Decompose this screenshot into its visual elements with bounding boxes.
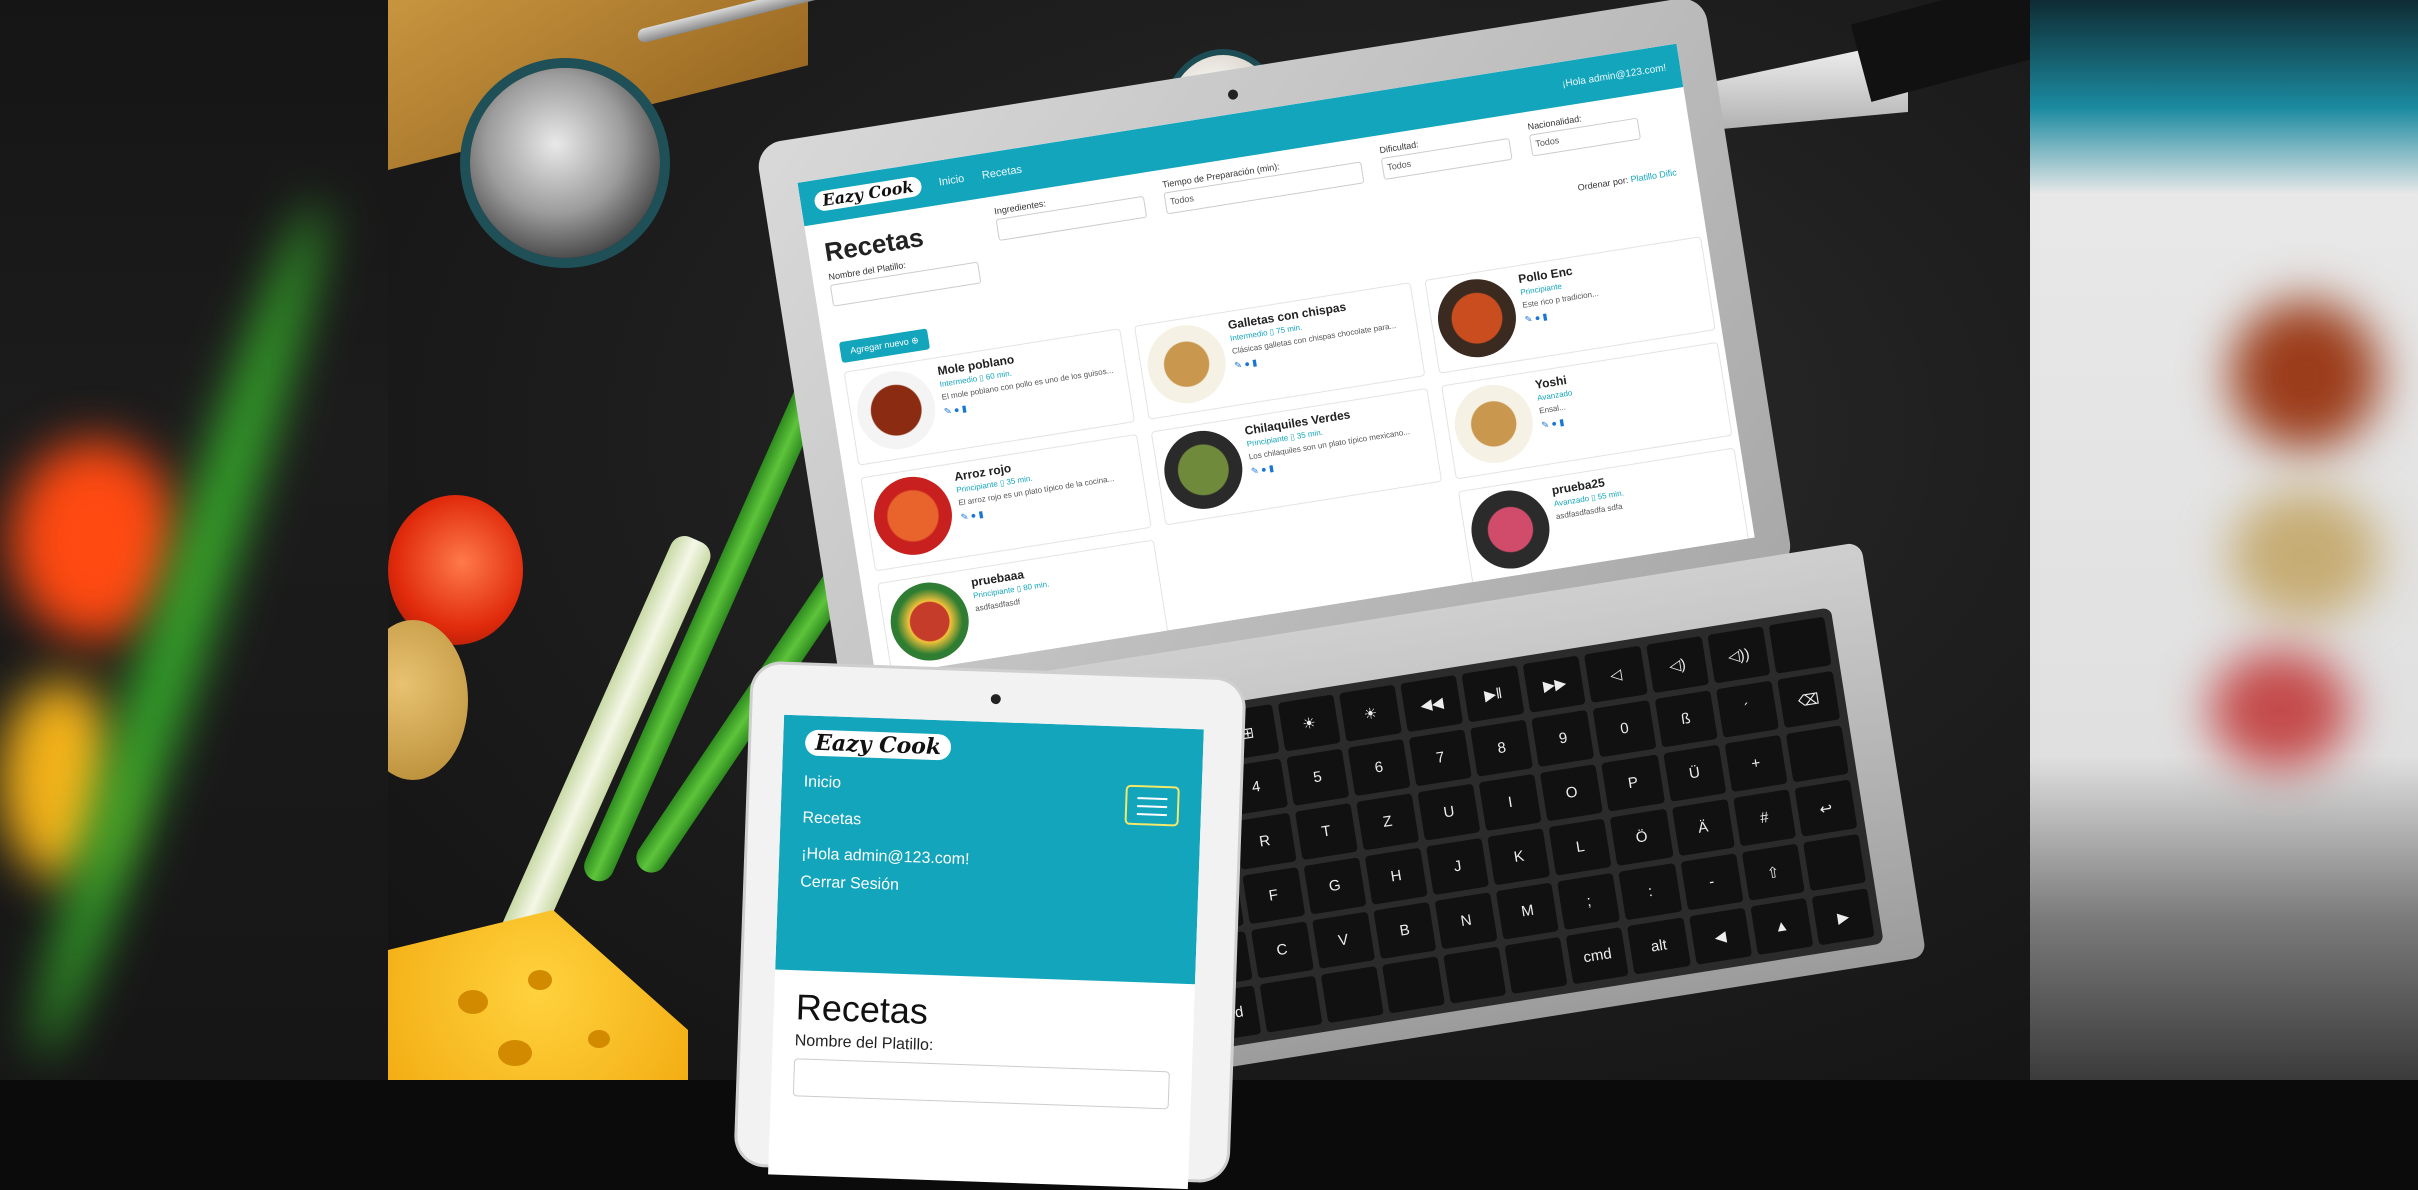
keyboard-key[interactable] bbox=[1381, 956, 1445, 1014]
keyboard-key[interactable]: P bbox=[1601, 754, 1665, 812]
keyboard-key[interactable]: H bbox=[1364, 847, 1428, 905]
tablet-nav-logout[interactable]: Cerrar Sesión bbox=[800, 873, 1176, 904]
keyboard-key[interactable]: Ä bbox=[1671, 799, 1735, 857]
keyboard-key[interactable]: 8 bbox=[1470, 719, 1534, 777]
keyboard-key[interactable]: V bbox=[1311, 911, 1375, 969]
cheese-wedge bbox=[388, 910, 688, 1080]
keyboard-key[interactable]: ⇧ bbox=[1741, 843, 1805, 901]
keyboard-key[interactable]: R bbox=[1233, 812, 1297, 870]
nav-inicio[interactable]: Inicio bbox=[938, 173, 965, 189]
keyboard-key[interactable]: 6 bbox=[1347, 738, 1411, 797]
keyboard-key[interactable]: G bbox=[1303, 857, 1367, 915]
keyboard-key[interactable]: O bbox=[1540, 764, 1604, 822]
blurred-dish-3 bbox=[2210, 650, 2350, 770]
keyboard-key[interactable]: ◀ bbox=[1688, 907, 1752, 965]
nav-greeting: ¡Hola admin@123.com! bbox=[1561, 62, 1667, 90]
hamburger-menu-icon[interactable] bbox=[1124, 784, 1180, 827]
keyboard-key[interactable]: 5 bbox=[1286, 748, 1350, 806]
recipe-thumbnail bbox=[1465, 484, 1556, 575]
tablet-nav-inicio[interactable]: Inicio bbox=[803, 773, 1179, 804]
keyboard-key[interactable]: ▲ bbox=[1750, 897, 1814, 956]
knife-handle bbox=[1850, 0, 2030, 102]
keyboard-key[interactable]: 7 bbox=[1408, 729, 1472, 787]
recipe-thumbnail bbox=[1158, 425, 1248, 515]
recipe-desc: Ensal... bbox=[1538, 402, 1567, 416]
tablet-nav-recetas[interactable]: Recetas bbox=[802, 809, 1178, 840]
recipe-thumbnail bbox=[1449, 379, 1539, 469]
keyboard-key[interactable]: L bbox=[1548, 818, 1612, 876]
keyboard-key[interactable]: Z bbox=[1356, 793, 1420, 851]
keyboard-key[interactable]: M bbox=[1496, 882, 1560, 940]
keyboard-key[interactable] bbox=[1443, 946, 1507, 1004]
tablet-navbar: Eazy Cook Inicio Recetas ¡Hola admin@123… bbox=[775, 714, 1204, 985]
keyboard-key[interactable] bbox=[1768, 616, 1832, 674]
eazy-cook-logo[interactable]: Eazy Cook bbox=[813, 175, 923, 213]
keyboard-key[interactable]: B bbox=[1373, 901, 1437, 960]
keyboard-key[interactable]: ⌫ bbox=[1777, 670, 1841, 729]
keyboard-key[interactable]: ◁)) bbox=[1707, 626, 1771, 684]
recipe-thumbnail bbox=[885, 576, 975, 667]
tablet-logo[interactable]: Eazy Cook bbox=[804, 729, 952, 761]
edit-view-delete-icons[interactable]: ✎ ● ▮ bbox=[1541, 415, 1578, 431]
keyboard-key[interactable]: 0 bbox=[1592, 700, 1657, 758]
add-recipe-label: Agregar nuevo bbox=[849, 336, 910, 356]
tablet-screen: Eazy Cook Inicio Recetas ¡Hola admin@123… bbox=[768, 714, 1204, 1190]
blurred-dish-2 bbox=[2230, 490, 2380, 620]
keyboard-key[interactable]: ◀◀ bbox=[1400, 674, 1464, 733]
plus-circle-icon: ⊕ bbox=[910, 334, 920, 346]
keyboard-key[interactable]: ↩ bbox=[1794, 779, 1858, 837]
keyboard-key[interactable]: ▶‖ bbox=[1461, 665, 1525, 723]
tablet-nav-greeting: ¡Hola admin@123.com! bbox=[800, 845, 970, 869]
keyboard-key[interactable] bbox=[1802, 833, 1866, 892]
keyboard-key[interactable]: ☀ bbox=[1277, 694, 1341, 752]
keyboard-key[interactable]: 9 bbox=[1531, 709, 1595, 767]
recipe-thumbnail bbox=[1432, 273, 1522, 363]
webcam-icon bbox=[1227, 88, 1239, 101]
keyboard-key[interactable]: N bbox=[1434, 892, 1498, 950]
keyboard-key[interactable] bbox=[1785, 725, 1849, 783]
keyboard-key[interactable]: ◁) bbox=[1645, 636, 1709, 694]
keyboard-key[interactable]: F bbox=[1241, 867, 1305, 925]
keyboard-key[interactable]: ´ bbox=[1715, 680, 1779, 738]
recipe-thumbnail bbox=[868, 471, 958, 561]
keyboard-key[interactable] bbox=[1259, 975, 1323, 1033]
keyboard-key[interactable]: U bbox=[1417, 783, 1481, 841]
keyboard-key[interactable]: J bbox=[1426, 837, 1490, 896]
tablet: Eazy Cook Inicio Recetas ¡Hola admin@123… bbox=[736, 663, 1244, 1190]
right-blurred-panel bbox=[2030, 0, 2418, 1080]
keyboard-key[interactable]: ; bbox=[1557, 872, 1621, 930]
keyboard-key[interactable]: ▶▶ bbox=[1522, 655, 1587, 713]
keyboard-key[interactable]: cmd bbox=[1565, 927, 1630, 985]
keyboard-key[interactable] bbox=[1320, 965, 1384, 1024]
keyboard-key[interactable]: Ö bbox=[1610, 808, 1674, 866]
keyboard-key[interactable]: ◁ bbox=[1584, 645, 1648, 703]
keyboard-key[interactable]: - bbox=[1680, 853, 1744, 911]
keyboard-key[interactable]: : bbox=[1618, 863, 1682, 921]
keyboard-key[interactable]: + bbox=[1724, 734, 1788, 793]
recipe-thumbnail bbox=[851, 365, 941, 455]
keyboard-key[interactable]: ß bbox=[1654, 690, 1718, 748]
blurred-dish-1 bbox=[2230, 300, 2380, 450]
keyboard-key[interactable]: alt bbox=[1627, 917, 1691, 975]
keyboard-key[interactable]: ☀ bbox=[1338, 684, 1402, 742]
keyboard-key[interactable]: ▶ bbox=[1811, 888, 1875, 946]
left-blurred-panel bbox=[0, 0, 388, 1080]
nav-recetas[interactable]: Recetas bbox=[981, 164, 1023, 182]
tablet-nombre-input[interactable] bbox=[792, 1058, 1170, 1110]
keyboard-key[interactable]: # bbox=[1732, 789, 1797, 847]
add-recipe-button[interactable]: Agregar nuevo ⊕ bbox=[838, 328, 931, 364]
keyboard-key[interactable]: K bbox=[1487, 828, 1551, 886]
green-onion-bulb bbox=[489, 531, 716, 969]
keyboard-key[interactable] bbox=[1504, 936, 1568, 994]
keyboard-key[interactable]: C bbox=[1250, 921, 1314, 979]
ladle-bowl bbox=[470, 68, 660, 258]
keyboard-key[interactable]: T bbox=[1294, 803, 1358, 861]
keyboard-key[interactable]: I bbox=[1478, 773, 1542, 832]
recipe-thumbnail bbox=[1141, 319, 1232, 409]
tablet-camera-icon bbox=[990, 693, 1001, 705]
keyboard-key[interactable]: Ü bbox=[1662, 744, 1727, 802]
